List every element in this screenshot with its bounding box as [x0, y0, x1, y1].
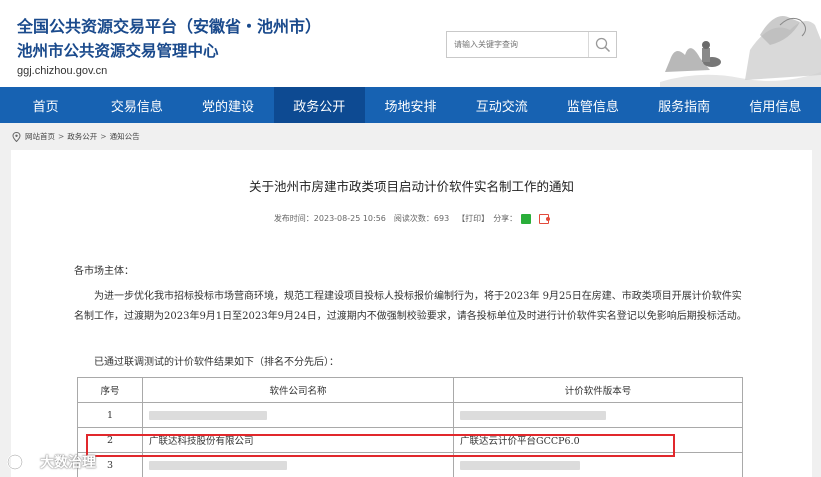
table-row: 3: [77, 452, 743, 477]
watermark-text: 大数治理: [40, 455, 96, 471]
row-number: 2: [77, 427, 143, 453]
site-domain: ggj.chizhou.gov.cn: [17, 65, 108, 77]
redacted-company: [142, 452, 454, 477]
table-row: 2 广联达科技股份有限公司 广联达云计价平台GCCP6.0: [77, 427, 743, 453]
ink-landscape-illustration: [660, 16, 821, 87]
weibo-share-icon[interactable]: [539, 213, 551, 224]
redacted-company: [142, 402, 454, 428]
table-row: 1: [77, 402, 743, 428]
article-container: 关于池州市房建市政类项目启动计价软件实名制工作的通知 发布时间：2023-08-…: [11, 150, 812, 477]
redacted-version: [453, 452, 743, 477]
site-header: 全国公共资源交易平台（安徽省・池州市） 池州市公共资源交易管理中心 ggj.ch…: [0, 0, 821, 87]
breadcrumb-separator: >: [58, 132, 65, 141]
software-version: 广联达云计价平台GCCP6.0: [453, 427, 743, 453]
list-intro: 已通过联调测试的计价软件结果如下（排名不分先后）：: [94, 357, 339, 368]
article-title: 关于池州市房建市政类项目启动计价软件实名制工作的通知: [248, 179, 574, 194]
nav-home[interactable]: 首页: [0, 87, 91, 123]
nav-party-building[interactable]: 党的建设: [182, 87, 273, 123]
article-meta: 发布时间：2023-08-25 10:56 阅读次数：693 【打印】 分享：: [11, 213, 812, 224]
header-number: 序号: [77, 377, 143, 403]
nav-venue-schedule[interactable]: 场地安排: [365, 87, 456, 123]
search-icon: [595, 37, 610, 52]
nav-service-guide[interactable]: 服务指南: [639, 87, 730, 123]
watermark-logo-icon: [7, 454, 32, 470]
breadcrumb-gov-affairs[interactable]: 政务公开: [67, 131, 97, 142]
nav-interaction[interactable]: 互动交流: [456, 87, 547, 123]
view-count: 阅读次数：693: [393, 214, 450, 223]
row-number: 1: [77, 402, 143, 428]
search-button[interactable]: [588, 32, 616, 57]
redacted-version: [453, 402, 743, 428]
table-header-row: 序号 软件公司名称 计价软件版本号: [77, 377, 743, 403]
main-navigation: 首页 交易信息 党的建设 政务公开 场地安排 互动交流 监管信息 服务指南 信用…: [0, 87, 821, 123]
nav-trade-info[interactable]: 交易信息: [91, 87, 182, 123]
software-table: 序号 软件公司名称 计价软件版本号 1 2 广联达科技股份有限公司 广联达云计价…: [77, 377, 743, 477]
company-name: 广联达科技股份有限公司: [142, 427, 454, 453]
article-paragraph: 为进一步优化我市招标投标市场营商环境，规范工程建设项目投标人投标报价编制行为，将…: [74, 291, 747, 322]
header-company: 软件公司名称: [142, 377, 454, 403]
breadcrumb-home[interactable]: 网站首页: [25, 131, 55, 142]
wechat-share-icon[interactable]: [521, 213, 532, 224]
watermark: 大数治理: [6, 452, 96, 472]
publish-time: 发布时间：2023-08-25 10:56: [273, 214, 386, 223]
print-link[interactable]: 【打印】: [457, 213, 489, 224]
nav-credit-info[interactable]: 信用信息: [730, 87, 821, 123]
breadcrumb-separator: >: [100, 132, 107, 141]
search-box: [446, 31, 617, 58]
site-title-line1[interactable]: 全国公共资源交易平台（安徽省・池州市）: [17, 13, 321, 37]
search-input[interactable]: [447, 32, 589, 57]
site-title-line2[interactable]: 池州市公共资源交易管理中心: [17, 39, 219, 61]
nav-government-affairs[interactable]: 政务公开: [273, 87, 365, 123]
salutation: 各市场主体：: [74, 266, 134, 277]
share-label: 分享：: [493, 214, 518, 223]
breadcrumb-notices[interactable]: 通知公告: [110, 131, 140, 142]
breadcrumb: 网站首页 > 政务公开 > 通知公告: [12, 131, 140, 142]
nav-supervision[interactable]: 监管信息: [547, 87, 638, 123]
location-pin-icon: [12, 131, 21, 142]
header-version: 计价软件版本号: [453, 377, 743, 403]
